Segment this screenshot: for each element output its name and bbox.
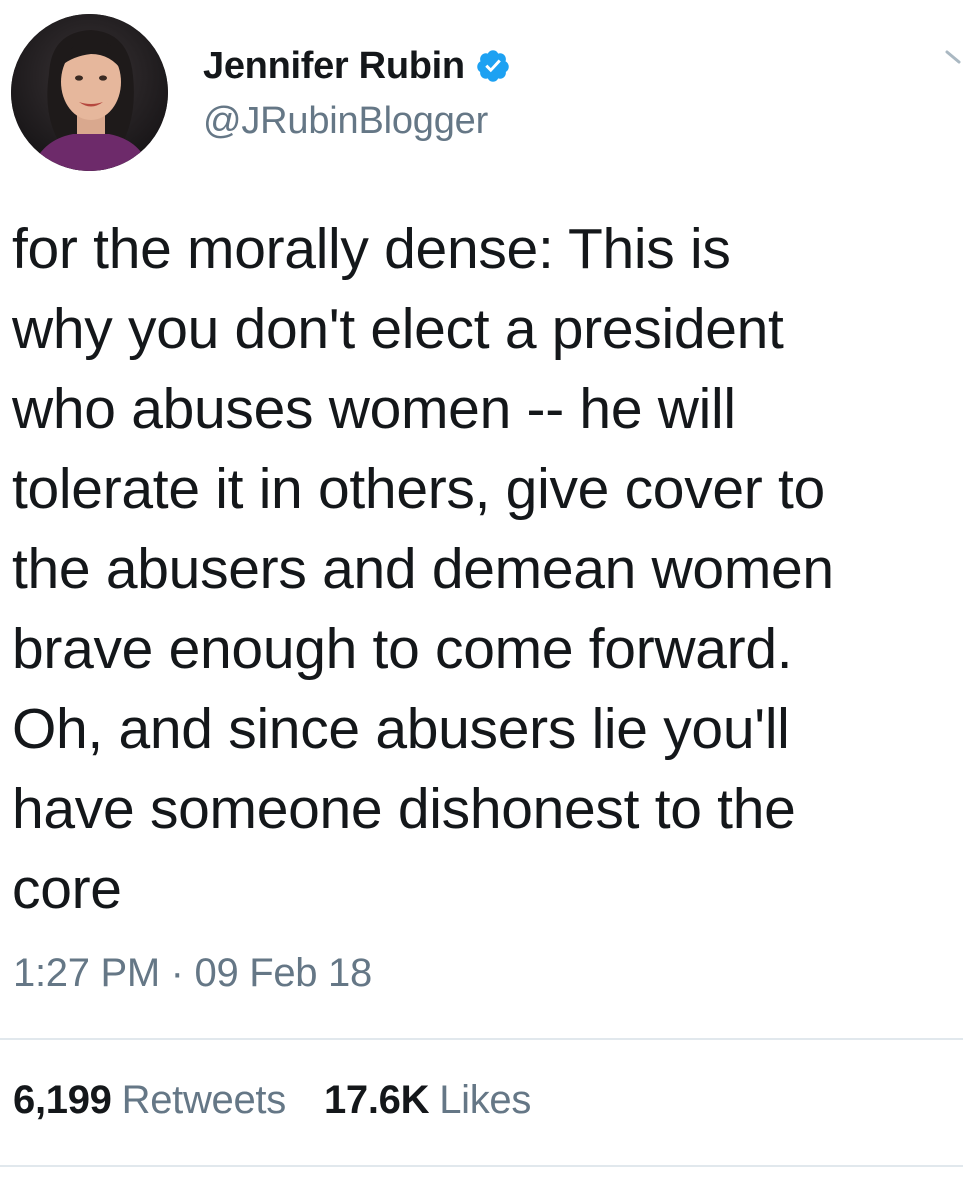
- author-display-name[interactable]: Jennifer Rubin: [203, 45, 465, 88]
- author-name-row: Jennifer Rubin: [203, 40, 511, 92]
- author-avatar[interactable]: [11, 14, 168, 171]
- retweets-label: Retweets: [121, 1078, 287, 1122]
- tweet-card: Jennifer Rubin @JRubinBlogger for the mo…: [0, 0, 963, 1200]
- chevron-down-icon[interactable]: [945, 48, 963, 70]
- likes-label: Likes: [439, 1078, 532, 1122]
- verified-badge-icon: [475, 48, 511, 84]
- tweet-timestamp[interactable]: 1:27 PM · 09 Feb 18: [13, 951, 372, 996]
- author-handle[interactable]: @JRubinBlogger: [203, 100, 488, 143]
- tweet-stats: 6,199 Retweets 17.6K Likes: [13, 1078, 531, 1123]
- retweets-count: 6,199: [13, 1078, 112, 1122]
- profile-photo-icon: [11, 14, 168, 171]
- tweet-text: for the morally dense: This is why you d…: [12, 217, 834, 921]
- likes-count: 17.6K: [323, 1078, 430, 1122]
- divider: [0, 1165, 963, 1167]
- retweets-stat[interactable]: 6,199 Retweets: [13, 1078, 286, 1123]
- divider: [0, 1038, 963, 1040]
- likes-stat[interactable]: 17.6K Likes: [324, 1078, 531, 1123]
